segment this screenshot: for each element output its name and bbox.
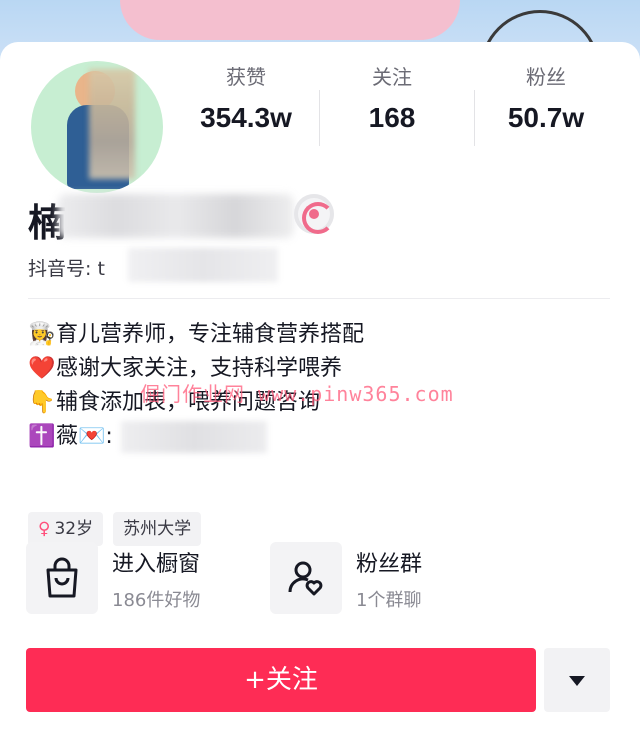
caret-down-icon xyxy=(569,676,585,686)
follow-button[interactable]: +关注 xyxy=(26,648,536,712)
watermark: 倔门作业网 www.pinw365.com xyxy=(140,382,454,406)
wechat-redaction xyxy=(120,421,267,453)
store-subtitle: 186件好物 xyxy=(112,590,201,611)
stat-following[interactable]: 关注 168 xyxy=(322,62,462,134)
profile-card: 获赞 354.3w 关注 168 粉丝 50.7w 楠 抖音号: t 👩‍🍳育儿… xyxy=(0,42,640,756)
pointing-down-emoji-icon: 👇 xyxy=(28,390,56,415)
age-text: 32岁 xyxy=(54,519,94,539)
swirl-badge-icon xyxy=(294,194,334,234)
stat-likes[interactable]: 获赞 354.3w xyxy=(176,62,316,134)
heart-emoji-icon: ❤️ xyxy=(28,356,56,381)
stat-likes-value: 354.3w xyxy=(200,102,292,133)
stat-likes-label: 获赞 xyxy=(226,65,266,89)
store-shortcut[interactable]: 进入橱窗 186件好物 xyxy=(26,542,256,616)
name-redaction xyxy=(58,194,294,238)
divider xyxy=(28,298,610,299)
profile-name-row: 楠 xyxy=(28,188,334,245)
fan-group-subtitle: 1个群聊 xyxy=(356,590,422,611)
stat-divider xyxy=(319,90,320,146)
stat-followers[interactable]: 粉丝 50.7w xyxy=(476,62,616,134)
shopping-bag-icon xyxy=(26,542,98,614)
douyin-id: 抖音号: t xyxy=(28,258,105,280)
female-icon: ♀ xyxy=(38,519,51,539)
profile-stats: 获赞 354.3w 关注 168 粉丝 50.7w xyxy=(176,62,626,162)
stat-followers-value: 50.7w xyxy=(507,102,585,133)
fan-group-title: 粉丝群 xyxy=(356,552,423,577)
bio-line: 👩‍🍳育儿营养师，专注辅食营养搭配 xyxy=(28,318,618,352)
chef-emoji-icon: 👩‍🍳 xyxy=(28,322,56,347)
avatar-image xyxy=(31,61,163,193)
bio-text: 薇💌: xyxy=(56,424,113,449)
bio-line: ✝️薇💌: xyxy=(28,420,618,454)
bio-text: 育儿营养师，专注辅食营养搭配 xyxy=(56,322,365,347)
stat-following-value: 168 xyxy=(368,102,416,133)
school-tag: 苏州大学 xyxy=(113,512,202,546)
avatar[interactable] xyxy=(26,56,168,198)
stat-divider xyxy=(474,90,475,146)
fan-group-shortcut[interactable]: 粉丝群 1个群聊 xyxy=(270,542,500,616)
cross-emoji-icon: ✝️ xyxy=(28,424,56,449)
cover-decoration xyxy=(120,0,460,40)
store-title: 进入橱窗 xyxy=(112,552,201,577)
stat-followers-label: 粉丝 xyxy=(526,65,566,89)
stat-following-label: 关注 xyxy=(372,65,412,89)
fan-group-icon xyxy=(270,542,342,614)
more-options-button[interactable] xyxy=(544,648,610,712)
douyin-id-redaction xyxy=(128,248,278,282)
age-tag: ♀ 32岁 xyxy=(28,512,104,546)
